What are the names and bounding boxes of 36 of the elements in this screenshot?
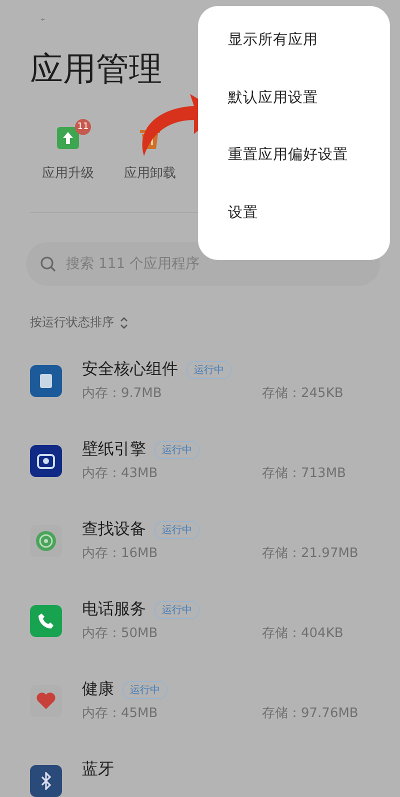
storage-text: 存储：713MB: [262, 465, 346, 482]
memory-text: 内存：43MB: [82, 465, 159, 482]
menu-item[interactable]: 重置应用偏好设置: [198, 145, 390, 202]
status-tag: 运行中: [154, 520, 200, 538]
menu-item[interactable]: 显示所有应用: [198, 30, 390, 88]
storage-text: 存储：97.76MB: [262, 705, 358, 722]
count-badge: 11: [75, 118, 91, 135]
status-tag: 运行中: [154, 600, 200, 618]
status-tag: 运行中: [186, 360, 232, 378]
app-name: 蓝牙: [82, 759, 114, 780]
app-icon: [30, 525, 62, 557]
app-name: 查找设备: [82, 519, 146, 540]
memory-text: 内存：9.7MB: [82, 385, 163, 402]
upgrade-icon: [56, 126, 80, 150]
memory-text: 内存：45MB: [82, 705, 159, 722]
app-name: 安全核心组件: [82, 359, 178, 380]
status-tag: 运行中: [154, 440, 200, 458]
search-icon: [40, 256, 56, 272]
page-title: 应用管理: [30, 48, 162, 90]
status-tag: 运行中: [122, 680, 168, 698]
app-name: 壁纸引擎: [82, 439, 146, 460]
storage-text: 存储：21.97MB: [262, 545, 358, 562]
menu-item[interactable]: 默认应用设置: [198, 88, 390, 145]
app-icon: [30, 445, 62, 477]
app-name: 健康: [82, 679, 114, 700]
memory-text: 内存：50MB: [82, 625, 159, 642]
app-icon: [30, 365, 62, 397]
app-icon: [30, 605, 62, 637]
storage-text: 存储：404KB: [262, 625, 344, 642]
sort-icon: [120, 316, 128, 328]
app-name: 电话服务: [82, 599, 146, 620]
app-icon: [30, 765, 62, 797]
memory-text: 内存：16MB: [82, 545, 159, 562]
app-icon: [30, 685, 62, 717]
storage-text: 存储：245KB: [262, 385, 344, 402]
quick-action-button[interactable]: 11 应用升级: [30, 116, 106, 182]
